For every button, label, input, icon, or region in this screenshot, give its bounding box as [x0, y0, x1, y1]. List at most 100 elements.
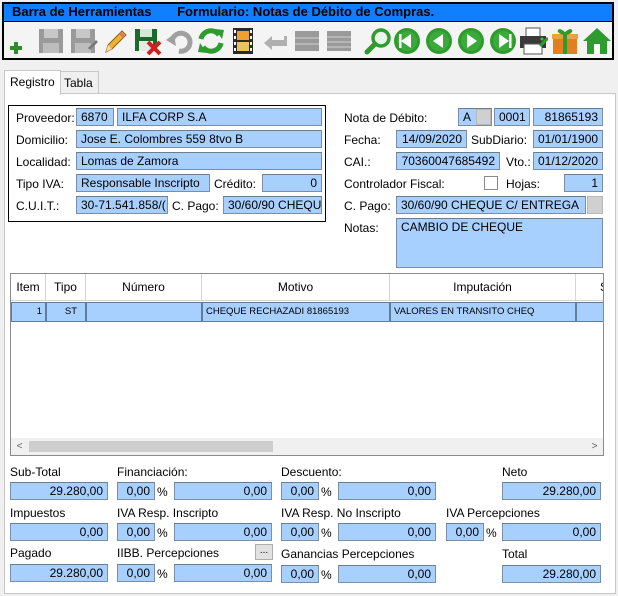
add-icon	[10, 42, 22, 54]
grid-col-imputacion[interactable]: Imputación	[390, 274, 576, 301]
refresh-icon	[198, 28, 224, 54]
credito-label: Crédito:	[214, 177, 257, 191]
descuento-field[interactable]: 0,00	[338, 482, 436, 500]
hojas-label: Hojas:	[506, 177, 541, 191]
iva-percepciones-pct-sign: %	[486, 526, 497, 540]
iibb-pct-field[interactable]: 0,00	[117, 564, 155, 582]
grid-disabled-icon	[295, 31, 319, 51]
cai-field[interactable]: 70360047685492	[396, 152, 500, 170]
proveedor-code-field[interactable]: 6870	[76, 108, 114, 126]
print-button[interactable]	[518, 26, 548, 56]
grid-col-s[interactable]: S	[576, 274, 603, 301]
table-row[interactable]: 1 ST CHEQUE RECHAZADI 81865193 VALORES E…	[11, 302, 603, 322]
grid-col-numero[interactable]: Número	[86, 274, 202, 301]
subdiario-field[interactable]: 01/01/1900	[533, 130, 603, 148]
descuento-label: Descuento:	[281, 465, 342, 479]
total-field[interactable]: 29.280,00	[502, 565, 601, 583]
back-button[interactable]	[260, 26, 290, 56]
gift-icon	[552, 29, 578, 54]
hojas-field[interactable]: 1	[564, 174, 603, 192]
iibb-details-button[interactable]: ...	[255, 544, 273, 560]
last-record-button[interactable]	[488, 26, 518, 56]
media-button[interactable]	[228, 26, 258, 56]
iva-ri-pct-sign: %	[157, 526, 168, 540]
proveedor-cpago-field[interactable]: 30/60/90 CHEQU	[223, 196, 322, 214]
iva-rni-pct-sign: %	[321, 526, 332, 540]
fecha-field[interactable]: 14/09/2020	[396, 130, 467, 148]
first-record-icon	[394, 28, 420, 54]
notas-label: Notas:	[344, 221, 379, 235]
save-disabled-icon	[39, 29, 63, 53]
first-record-button[interactable]	[392, 26, 422, 56]
notas-field[interactable]: CAMBIO DE CHEQUE	[396, 218, 603, 268]
ganancias-field[interactable]: 0,00	[338, 565, 436, 583]
financiacion-field[interactable]: 0,00	[174, 482, 272, 500]
save-button[interactable]	[36, 26, 66, 56]
tab-registro[interactable]: Registro	[4, 70, 61, 95]
grid-horizontal-scrollbar[interactable]: < >	[11, 438, 603, 455]
financiacion-pct-field[interactable]: 0,00	[117, 482, 155, 500]
undo-button[interactable]	[164, 26, 194, 56]
localidad-field[interactable]: Lomas de Zamora	[76, 152, 322, 170]
descuento-pct-sign: %	[321, 485, 332, 499]
next-record-button[interactable]	[456, 26, 486, 56]
cell-motivo[interactable]: CHEQUE RECHAZADI 81865193	[202, 302, 390, 322]
cell-tipo[interactable]: ST	[46, 302, 86, 322]
nota-letra-dropdown[interactable]	[476, 109, 491, 125]
iva-percepciones-field[interactable]: 0,00	[502, 523, 601, 541]
ganancias-label: Ganancias Percepciones	[281, 547, 415, 561]
previous-record-button[interactable]	[424, 26, 454, 56]
cell-s[interactable]	[576, 302, 603, 322]
gift-button[interactable]	[550, 26, 580, 56]
iva-ri-pct-field[interactable]: 0,00	[117, 523, 155, 541]
save-as-button[interactable]	[68, 26, 98, 56]
tab-tabla[interactable]: Tabla	[58, 71, 99, 94]
scroll-thumb[interactable]	[29, 441, 273, 452]
nota-cpago-field[interactable]: 30/60/90 CHEQUE C/ ENTREGA	[396, 196, 586, 214]
grid-col-item[interactable]: Item	[11, 274, 46, 301]
cell-imputacion[interactable]: VALORES EN TRANSITO CHEQ	[390, 302, 576, 322]
controlador-fiscal-checkbox[interactable]	[484, 176, 498, 190]
cell-numero[interactable]	[86, 302, 202, 322]
list-disabled-icon	[327, 31, 351, 51]
ganancias-pct-field[interactable]: 0,00	[281, 565, 319, 583]
domicilio-label: Domicilio:	[16, 133, 69, 147]
grid-col-tipo[interactable]: Tipo	[46, 274, 86, 301]
iibb-label: IIBB. Percepciones	[117, 546, 220, 560]
grid-button[interactable]	[292, 26, 322, 56]
proveedor-name-field[interactable]: ILFA CORP S.A	[117, 108, 322, 126]
cell-item[interactable]: 1	[11, 302, 46, 322]
scroll-right-button[interactable]: >	[586, 438, 603, 455]
edit-button[interactable]	[100, 26, 130, 56]
iva-percepciones-label: IVA Percepciones	[446, 506, 540, 520]
domicilio-field[interactable]: Jose E. Colombres 559 8tvo B	[76, 130, 322, 148]
search-button[interactable]	[364, 26, 394, 56]
cuit-field[interactable]: 30-71.541.858/(	[76, 196, 168, 214]
list-button[interactable]	[324, 26, 354, 56]
iva-rni-field[interactable]: 0,00	[338, 523, 436, 541]
subtotal-field[interactable]: 29.280,00	[10, 482, 108, 500]
nota-cpago-dropdown[interactable]	[587, 196, 603, 214]
items-grid[interactable]: Item Tipo Número Motivo Imputación S 1 S…	[10, 273, 604, 456]
delete-button[interactable]	[132, 26, 162, 56]
home-button[interactable]	[582, 26, 612, 56]
impuestos-field[interactable]: 0,00	[10, 523, 108, 541]
grid-col-motivo[interactable]: Motivo	[202, 274, 390, 301]
descuento-pct-field[interactable]: 0,00	[281, 482, 319, 500]
next-record-icon	[458, 28, 484, 54]
scroll-left-button[interactable]: <	[11, 438, 28, 455]
iva-ri-field[interactable]: 0,00	[174, 523, 272, 541]
pagado-label: Pagado	[10, 546, 52, 560]
iibb-field[interactable]: 0,00	[174, 564, 272, 582]
iva-percepciones-pct-field[interactable]: 0,00	[446, 523, 484, 541]
iva-rni-pct-field[interactable]: 0,00	[281, 523, 319, 541]
add-button[interactable]	[6, 26, 36, 56]
nota-numero-field[interactable]: 81865193	[533, 108, 603, 126]
pagado-field[interactable]: 29.280,00	[10, 564, 108, 582]
neto-field[interactable]: 29.280,00	[502, 482, 601, 500]
nota-punto-field[interactable]: 0001	[494, 108, 530, 126]
tipo-iva-field[interactable]: Responsable Inscripto	[76, 174, 210, 192]
refresh-button[interactable]	[196, 26, 226, 56]
vto-field[interactable]: 01/12/2020	[533, 152, 603, 170]
credito-field[interactable]: 0	[262, 174, 322, 192]
